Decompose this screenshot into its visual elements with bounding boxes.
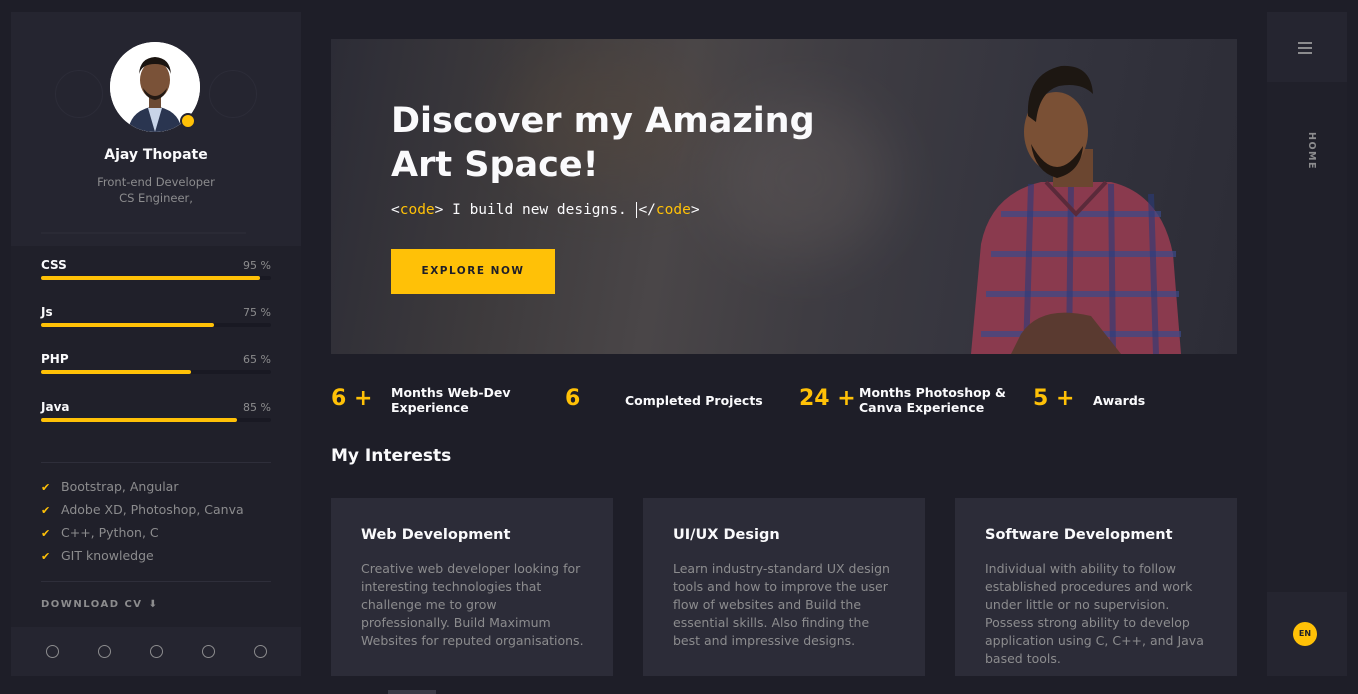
- language-switch-button[interactable]: EN: [1293, 622, 1317, 646]
- divider: [41, 462, 271, 463]
- menu-icon[interactable]: [1298, 42, 1312, 57]
- card-title: Web Development: [361, 527, 511, 543]
- social-links: [11, 627, 301, 676]
- skill-css: CSS 95 %: [41, 258, 271, 292]
- stat-number: 24 +: [799, 386, 856, 411]
- social-link-icon[interactable]: [46, 645, 59, 658]
- check-icon: ✔: [41, 550, 51, 563]
- knowledge-item: ✔ Bootstrap, Angular: [41, 479, 178, 497]
- skill-name: Java: [41, 400, 70, 414]
- code-bracket: >: [690, 202, 700, 218]
- skill-bar-track: [41, 418, 271, 422]
- card-text: Learn industry-standard UX design tools …: [673, 561, 890, 648]
- skill-bar-track: [41, 370, 271, 374]
- skill-bar-fill: [41, 276, 260, 280]
- skill-bar-fill: [41, 418, 237, 422]
- language-area: EN: [1267, 592, 1347, 676]
- code-tag: code: [655, 202, 691, 218]
- menu-area: [1267, 12, 1347, 82]
- download-cv-label: DOWNLOAD CV: [41, 599, 143, 610]
- stat-label-line: Canva Experience: [859, 400, 985, 415]
- knowledge-item: ✔ C++, Python, C: [41, 525, 159, 543]
- stat-label-line: Experience: [391, 400, 469, 415]
- skill-name: CSS: [41, 258, 67, 272]
- hero-banner: Discover my Amazing Art Space! <code> I …: [331, 39, 1237, 354]
- explore-now-button[interactable]: EXPLORE NOW: [391, 249, 555, 294]
- card-text: Individual with ability to follow establ…: [985, 561, 1204, 666]
- knowledge-item: ✔ Adobe XD, Photoshop, Canva: [41, 502, 244, 520]
- card-title: Software Development: [985, 527, 1173, 543]
- skill-bar-fill: [41, 370, 191, 374]
- code-bracket: <: [391, 202, 400, 218]
- stat-label-line: Completed Projects: [625, 393, 763, 408]
- skill-php: PHP 65 %: [41, 352, 271, 386]
- hero-title-line: Art Space!: [391, 145, 599, 185]
- stat-label: Months Photoshop & Canva Experience: [859, 385, 1006, 415]
- person-portrait-icon: [971, 65, 1181, 354]
- skill-percent: 65 %: [243, 353, 271, 366]
- skill-name: Js: [41, 305, 53, 319]
- decorative-line: [41, 232, 246, 234]
- hero-title-line: Discover my Amazing: [391, 101, 815, 141]
- skill-percent: 85 %: [243, 401, 271, 414]
- knowledge-item: ✔ GIT knowledge: [41, 548, 154, 566]
- stat-label-line: Months Web-Dev: [391, 385, 511, 400]
- card-title: UI/UX Design: [673, 527, 780, 543]
- stat-label: Months Web-Dev Experience: [391, 385, 511, 415]
- section-title: My Interests: [331, 446, 452, 466]
- skill-percent: 75 %: [243, 306, 271, 319]
- stat-label-line: Awards: [1093, 393, 1146, 408]
- right-rail: HOME EN: [1267, 12, 1347, 676]
- stat-number: 6 +: [331, 386, 373, 411]
- check-icon: ✔: [41, 504, 51, 517]
- social-link-icon[interactable]: [254, 645, 267, 658]
- stat-label: Awards: [1093, 393, 1145, 408]
- profile-role-secondary: CS Engineer,: [119, 191, 193, 205]
- social-link-icon[interactable]: [150, 645, 163, 658]
- skill-bar-track: [41, 276, 271, 280]
- profile-role: Front-end Developer: [97, 175, 215, 189]
- code-bracket: </: [638, 202, 656, 218]
- skill-bar-track: [41, 323, 271, 327]
- skill-java: Java 85 %: [41, 400, 271, 434]
- current-page-label: HOME: [1306, 132, 1317, 170]
- skill-js: Js 75 %: [41, 305, 271, 339]
- knowledge-label: Adobe XD, Photoshop, Canva: [61, 502, 244, 517]
- profile-name: Ajay Thopate: [104, 147, 208, 163]
- social-link-icon[interactable]: [202, 645, 215, 658]
- stat-number: 5 +: [1033, 386, 1075, 411]
- download-icon: ⬇: [148, 599, 159, 610]
- skill-percent: 95 %: [243, 259, 271, 272]
- download-cv-link[interactable]: DOWNLOAD CV ⬇: [41, 599, 158, 610]
- decorative-circle: [55, 70, 103, 118]
- sidebar: Ajay Thopate Front-end Developer CS Engi…: [11, 12, 301, 676]
- stat-label-line: Months Photoshop &: [859, 385, 1006, 400]
- typed-text: I build new designs.: [443, 202, 636, 218]
- knowledge-label: C++, Python, C: [61, 525, 159, 540]
- scroll-indicator: [388, 690, 436, 694]
- profile-header: Ajay Thopate Front-end Developer CS Engi…: [11, 12, 301, 246]
- skill-bar-fill: [41, 323, 214, 327]
- stat-label: Completed Projects: [625, 393, 763, 408]
- hero-title: Discover my Amazing Art Space!: [391, 99, 851, 187]
- stat-number: 6: [565, 386, 581, 411]
- knowledge-label: GIT knowledge: [61, 548, 154, 563]
- online-status-dot: [180, 113, 196, 129]
- knowledge-label: Bootstrap, Angular: [61, 479, 179, 494]
- interest-card: Web Development Creative web developer l…: [331, 498, 613, 676]
- social-link-icon[interactable]: [98, 645, 111, 658]
- check-icon: ✔: [41, 481, 51, 494]
- decorative-circle: [209, 70, 257, 118]
- card-text: Creative web developer looking for inter…: [361, 561, 584, 648]
- divider: [41, 581, 271, 582]
- skill-name: PHP: [41, 352, 69, 366]
- check-icon: ✔: [41, 527, 51, 540]
- interest-card: Software Development Individual with abi…: [955, 498, 1237, 676]
- code-tag: code: [399, 202, 435, 218]
- hero-code-line: <code> I build new designs. </code>: [391, 202, 700, 218]
- interest-card: UI/UX Design Learn industry-standard UX …: [643, 498, 925, 676]
